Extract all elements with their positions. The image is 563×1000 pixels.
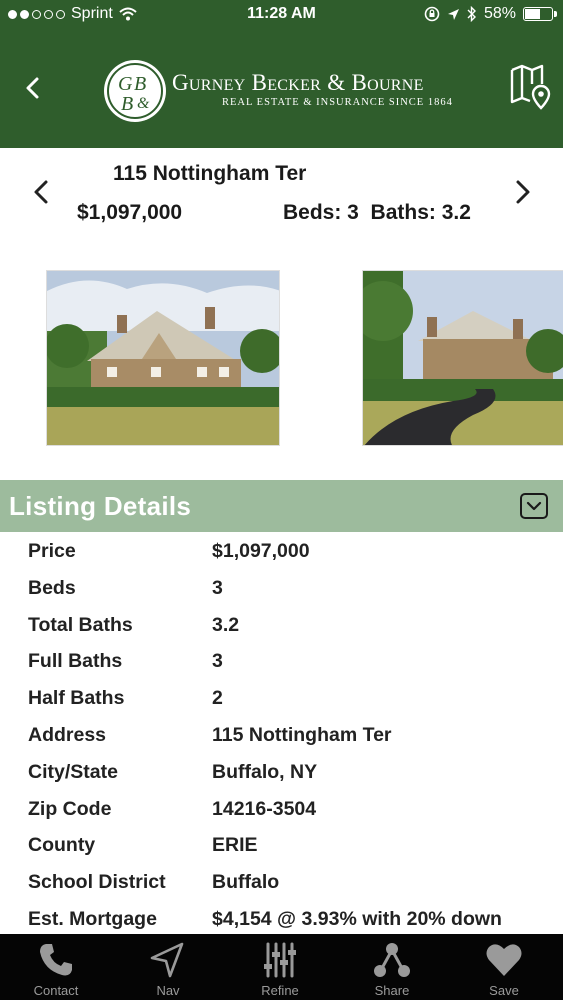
detail-label: Beds bbox=[28, 576, 76, 599]
brand-tagline: Real Estate & Insurance Since 1864 bbox=[222, 97, 453, 108]
rotation-lock-icon bbox=[424, 6, 440, 22]
house-driveway-photo[interactable] bbox=[362, 270, 563, 446]
detail-label: Full Baths bbox=[28, 650, 123, 673]
bluetooth-icon bbox=[467, 6, 476, 22]
detail-row: School District Buffalo bbox=[0, 864, 563, 900]
detail-label: Est. Mortgage bbox=[28, 908, 157, 930]
navigation-arrow-icon bbox=[150, 942, 184, 978]
bottom-tab-bar: Contact Nav Refine Share Save bbox=[0, 934, 563, 1000]
battery-percent: 58% bbox=[483, 5, 516, 22]
brand-name: Gurney Becker & Bourne bbox=[172, 70, 424, 95]
detail-value: ERIE bbox=[212, 834, 258, 857]
detail-value: 3.2 bbox=[212, 613, 240, 636]
detail-value: 3 bbox=[212, 650, 223, 673]
sliders-icon bbox=[264, 942, 296, 978]
detail-value: 3 bbox=[212, 576, 223, 599]
tab-refine[interactable]: Refine bbox=[224, 934, 336, 1000]
tab-label: Refine bbox=[261, 983, 299, 998]
next-listing-icon[interactable] bbox=[510, 176, 536, 208]
tab-save[interactable]: Save bbox=[448, 934, 560, 1000]
detail-value: 2 bbox=[212, 687, 223, 710]
status-bar: Sprint 11:28 AM 58% bbox=[0, 0, 563, 30]
svg-text:&: & bbox=[137, 95, 150, 112]
heart-icon bbox=[486, 944, 522, 976]
detail-label: Zip Code bbox=[28, 797, 112, 820]
app-header: Sprint 11:28 AM 58% G B B & Gurney Becke… bbox=[0, 0, 563, 148]
detail-label: School District bbox=[28, 871, 166, 894]
detail-row: Zip Code 14216-3504 bbox=[0, 791, 563, 827]
svg-text:G: G bbox=[118, 73, 133, 95]
location-icon bbox=[447, 8, 459, 20]
detail-row: Beds 3 bbox=[0, 570, 563, 606]
listing-details-header[interactable]: Listing Details bbox=[0, 480, 563, 532]
listing-summary: 115 Nottingham Ter $1,097,000 Beds: 3 Ba… bbox=[0, 148, 563, 248]
tab-contact[interactable]: Contact bbox=[0, 934, 112, 1000]
listing-address: 115 Nottingham Ter bbox=[113, 162, 307, 185]
tab-label: Share bbox=[374, 983, 410, 998]
detail-row: Full Baths 3 bbox=[0, 643, 563, 679]
tab-label: Nav bbox=[156, 983, 180, 998]
battery-icon bbox=[523, 7, 557, 21]
detail-label: Address bbox=[28, 724, 107, 746]
phone-icon bbox=[40, 944, 72, 976]
chevron-left-icon[interactable] bbox=[18, 68, 48, 108]
detail-value: 115 Nottingham Ter bbox=[212, 724, 392, 746]
detail-label: Total Baths bbox=[28, 613, 133, 636]
detail-row: Total Baths 3.2 bbox=[0, 607, 563, 643]
detail-label: County bbox=[28, 834, 96, 857]
detail-label: City/State bbox=[28, 760, 118, 783]
detail-label: Half Baths bbox=[28, 687, 125, 710]
detail-row: County ERIE bbox=[0, 827, 563, 863]
detail-value: 14216-3504 bbox=[212, 797, 317, 820]
svg-text:B: B bbox=[121, 93, 133, 115]
collapse-toggle[interactable] bbox=[520, 493, 548, 519]
detail-value: $4,154 @ 3.93% with 20% down bbox=[212, 908, 502, 930]
detail-row: Half Baths 2 bbox=[0, 680, 563, 716]
detail-value: Buffalo bbox=[212, 871, 280, 894]
svg-text:B: B bbox=[134, 73, 146, 95]
section-title: Listing Details bbox=[9, 491, 192, 521]
detail-row: Address 115 Nottingham Ter bbox=[0, 717, 563, 753]
share-icon bbox=[374, 943, 410, 977]
listing-beds-baths: Beds: 3 Baths: 3.2 bbox=[283, 201, 471, 224]
detail-row: City/State Buffalo, NY bbox=[0, 754, 563, 790]
detail-row: Price $1,097,000 bbox=[0, 533, 563, 569]
tab-nav[interactable]: Nav bbox=[112, 934, 224, 1000]
previous-listing-icon[interactable] bbox=[28, 176, 54, 208]
listing-price: $1,097,000 bbox=[77, 201, 183, 224]
house-photo[interactable] bbox=[46, 270, 280, 446]
tab-label: Contact bbox=[33, 983, 79, 998]
logo-emblem: G B B & bbox=[104, 60, 166, 122]
tab-label: Save bbox=[489, 983, 519, 998]
map-pin-icon[interactable] bbox=[508, 62, 554, 110]
detail-row: Est. Mortgage $4,154 @ 3.93% with 20% dow… bbox=[0, 901, 563, 937]
detail-value: $1,097,000 bbox=[212, 540, 310, 562]
tab-share[interactable]: Share bbox=[336, 934, 448, 1000]
brand-logo: G B B & Gurney Becker & Bourne Real Esta… bbox=[104, 60, 464, 124]
photo-carousel[interactable] bbox=[0, 268, 563, 448]
chevron-down-icon bbox=[526, 501, 542, 511]
detail-value: Buffalo, NY bbox=[212, 760, 318, 783]
detail-label: Price bbox=[28, 540, 76, 562]
